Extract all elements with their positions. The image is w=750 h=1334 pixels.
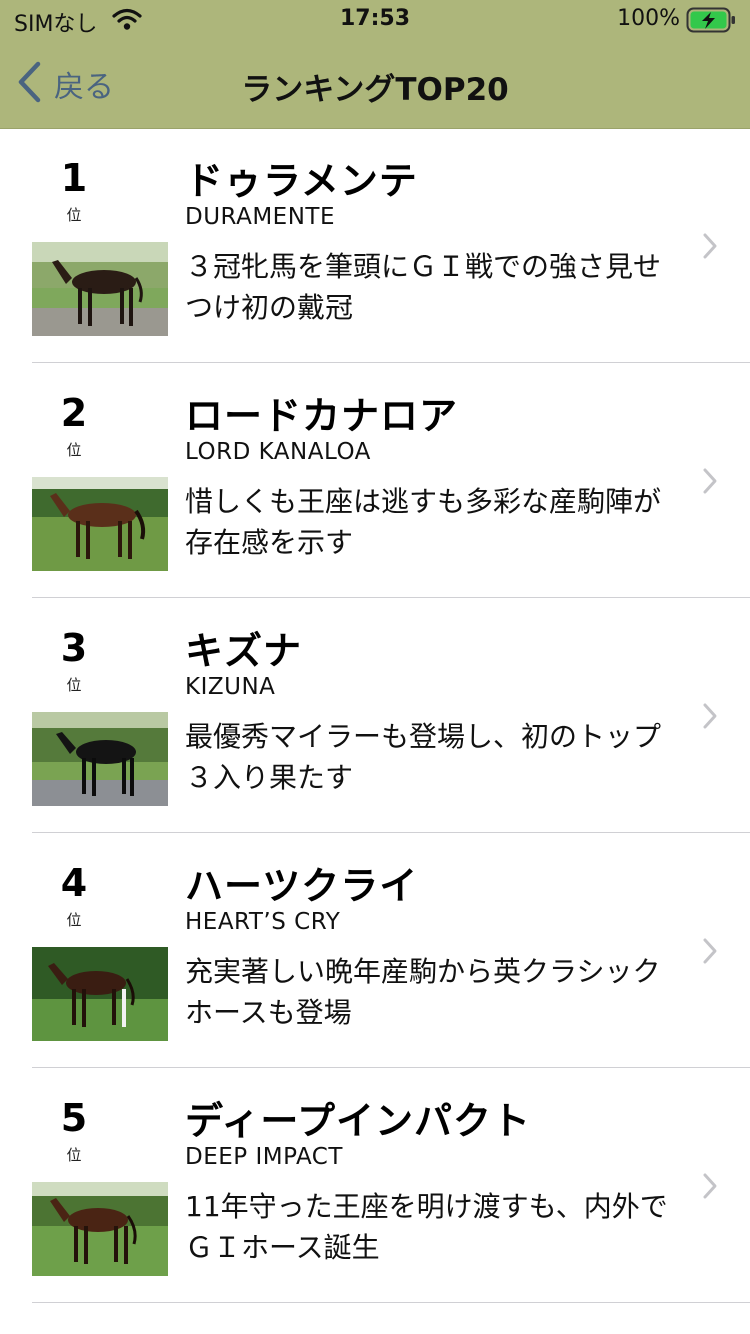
ranking-row-4[interactable]: 4 位 ハーツクライ HEART’S CRY 充実著しい晩年産駒から英クラシック… (0, 833, 750, 1068)
chevron-right-icon (702, 1172, 718, 1204)
status-bar: SIMなし 17:53 100% (0, 0, 750, 40)
ranking-row-1[interactable]: 1 位 ドゥラメンテ DURAMENTE ３冠牝馬を筆頭にＧＩ戦での強さ見せつけ… (0, 128, 750, 363)
navigation-bar: SIMなし 17:53 100% 戻る ランキングTOP20 (0, 0, 750, 129)
horse-name-jp: ハーツクライ (185, 864, 419, 908)
horse-name-en: HEART’S CRY (185, 909, 341, 935)
horse-photo (32, 1182, 168, 1276)
horse-description: 11年守った王座を明け渡すも、内外でＧＩホース誕生 (185, 1190, 668, 1264)
horse-photo (32, 242, 168, 336)
battery-percentage: 100% (617, 6, 680, 31)
rank-number: 4 (60, 861, 88, 905)
rank-unit: 位 (66, 676, 82, 694)
horse-name-jp: ディープインパクト (185, 1099, 532, 1143)
page-title: ランキングTOP20 (241, 72, 509, 108)
rank-number: 3 (60, 626, 88, 670)
horse-description: ３冠牝馬を筆頭にＧＩ戦での強さ見せつけ初の戴冠 (185, 250, 662, 324)
rank-unit: 位 (66, 441, 82, 459)
horse-name-jp: キズナ (185, 629, 303, 673)
rank-number: 5 (60, 1096, 88, 1140)
horse-description: 最優秀マイラーも登場し、初のトップ３入り果たす (185, 720, 662, 794)
chevron-right-icon (702, 937, 718, 969)
ranking-row-2[interactable]: 2 位 ロードカナロア LORD KANALOA 惜しくも王座は逃すも多彩な産駒… (0, 363, 750, 598)
rank-number: 1 (60, 156, 88, 200)
rank-unit: 位 (66, 911, 82, 929)
horse-name-jp: ドゥラメンテ (185, 159, 418, 203)
horse-name-en: LORD KANALOA (185, 439, 371, 465)
ranking-row-3[interactable]: 3 位 キズナ KIZUNA 最優秀マイラーも登場し、初のトップ３入り果たす (0, 598, 750, 833)
horse-description: 充実著しい晩年産駒から英クラシックホースも登場 (185, 955, 661, 1029)
horse-name-en: DEEP IMPACT (185, 1144, 343, 1170)
chevron-right-icon (702, 702, 718, 734)
horse-photo (32, 712, 168, 806)
nav-header: 戻る ランキングTOP20 (0, 44, 750, 128)
ranking-list: 1 位 ドゥラメンテ DURAMENTE ３冠牝馬を筆頭にＧＩ戦での強さ見せつけ… (0, 128, 750, 1303)
horse-name-en: KIZUNA (185, 674, 276, 700)
chevron-right-icon (702, 467, 718, 499)
horse-photo (32, 477, 168, 571)
battery-charging-icon (686, 6, 738, 38)
horse-name-en: DURAMENTE (185, 204, 335, 230)
rank-unit: 位 (66, 1146, 82, 1164)
chevron-right-icon (702, 232, 718, 264)
ranking-row-5[interactable]: 5 位 ディープインパクト DEEP IMPACT 11年守った王座を明け渡すも… (0, 1068, 750, 1303)
row-divider (32, 1302, 750, 1303)
rank-number: 2 (60, 391, 88, 435)
rank-unit: 位 (66, 206, 82, 224)
horse-description: 惜しくも王座は逃すも多彩な産駒陣が存在感を示す (185, 485, 662, 559)
horse-photo (32, 947, 168, 1041)
horse-name-jp: ロードカナロア (185, 394, 459, 438)
